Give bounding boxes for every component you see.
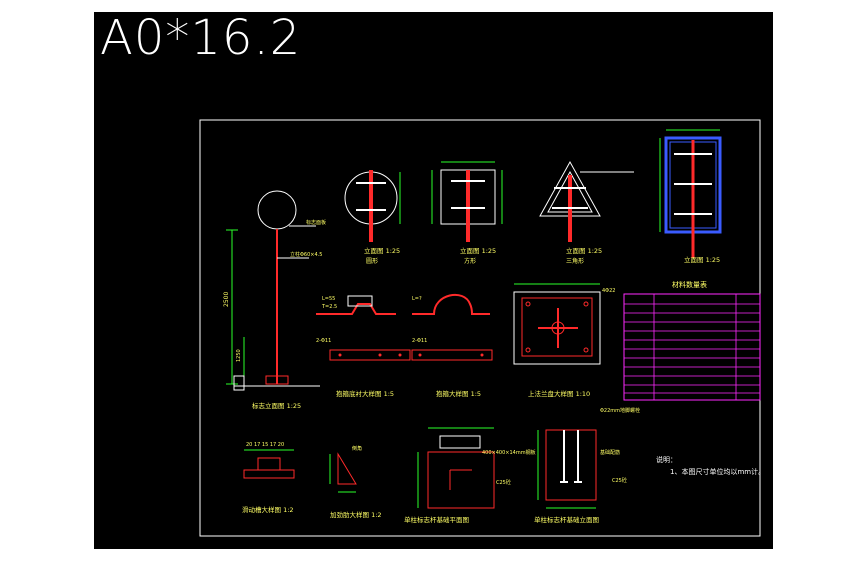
- hoop-detail: L=? 2-Φ11 抱箍大样图 1:5: [411, 294, 493, 398]
- material-table: 材料数量表: [623, 280, 761, 401]
- svg-text:1250: 1250: [236, 349, 242, 362]
- slide-base: [243, 469, 295, 479]
- circle-sign-label: 立面图 1:25: [364, 246, 400, 255]
- bracket-detail: L=55 T=2.5 2-Φ11 抱箍底衬大样图 1:5: [316, 295, 411, 398]
- drawing-canvas: A0*16.2 2500 1250 立柱Φ60×4.5 标志面板 标志立面图 1…: [94, 10, 773, 549]
- table-outline: [623, 293, 761, 401]
- notes-line1: 1、本图尺寸单位均以mm计。: [670, 467, 765, 476]
- svg-text:立柱Φ60×4.5: 立柱Φ60×4.5: [290, 251, 322, 258]
- svg-text:基础配筋: 基础配筋: [600, 449, 620, 456]
- tri-sign-label: 立面图 1:25: [566, 246, 602, 255]
- svg-text:2-Φ11: 2-Φ11: [316, 338, 331, 344]
- slide-detail: 20 17 15 17 20 滑动槽大样图 1:2: [242, 442, 295, 514]
- foundation-plan: C25砼 400×400×14mm钢板 单柱标志杆基础平面图: [404, 427, 536, 524]
- rib-label: 加劲肋大样图 1:2: [330, 510, 382, 519]
- rib-shape: [337, 452, 357, 485]
- notes-title: 说明：: [656, 455, 677, 464]
- found-plan-label: 单柱标志杆基础平面图: [404, 515, 469, 524]
- svg-text:L=?: L=?: [412, 296, 422, 302]
- found-elev-label: 单柱标志杆基础立面图: [534, 515, 599, 524]
- svg-text:L=55: L=55: [322, 296, 335, 302]
- tri-sign: 立面图 1:25 三角形: [539, 160, 634, 265]
- rib-detail: 倒角 加劲肋大样图 1:2: [329, 445, 382, 519]
- circle-sign-sub: 圆形: [366, 257, 378, 265]
- blue-sign-label: 立面图 1:25: [684, 255, 720, 264]
- rect-sign: 立面图 1:25 方形: [431, 161, 503, 265]
- svg-text:Φ22mm地脚螺栓: Φ22mm地脚螺栓: [600, 407, 640, 414]
- svg-text:倒角: 倒角: [352, 445, 362, 452]
- svg-text:20 17 15 17 20: 20 17 15 17 20: [246, 442, 284, 448]
- blue-sign: 立面图 1:25: [659, 129, 722, 264]
- foundation-elevation: Φ22mm地脚螺栓 基础配筋 C25砼 单柱标志杆基础立面图: [534, 407, 640, 524]
- circle-sign: 立面图 1:25 圆形: [344, 170, 401, 265]
- rect-sign-label: 立面图 1:25: [460, 246, 496, 255]
- rect-sign-sub: 方形: [464, 257, 476, 265]
- tri-sign-sub: 三角形: [566, 257, 584, 265]
- bracket-strip: [329, 349, 411, 361]
- hoop-strip: [411, 349, 493, 361]
- cad-drawing: 2500 1250 立柱Φ60×4.5 标志面板 标志立面图 1:25 立面图 …: [199, 119, 765, 537]
- notes: 说明： 1、本图尺寸单位均以mm计。: [656, 455, 765, 476]
- svg-text:400×400×14mm钢板: 400×400×14mm钢板: [482, 449, 536, 456]
- svg-text:2500: 2500: [223, 292, 230, 307]
- column-label: 标志立面图 1:25: [252, 401, 301, 410]
- hoop-label: 抱箍大样图 1:5: [436, 389, 481, 398]
- column-elevation: 2500 1250 立柱Φ60×4.5 标志面板 标志立面图 1:25: [223, 190, 326, 410]
- table-title: 材料数量表: [672, 280, 707, 289]
- found-plan-outline: [427, 451, 495, 509]
- svg-text:2-Φ11: 2-Φ11: [412, 338, 427, 344]
- flange-detail: 4Φ22 上法兰盘大样图 1:10: [513, 283, 615, 398]
- column-sign-circle: [257, 190, 297, 230]
- svg-text:T=2.5: T=2.5: [321, 304, 337, 310]
- svg-text:标志面板: 标志面板: [306, 219, 326, 226]
- slide-label: 滑动槽大样图 1:2: [242, 505, 294, 514]
- svg-text:C25砼: C25砼: [496, 479, 511, 486]
- svg-text:C25砼: C25砼: [612, 477, 627, 484]
- flange-label: 上法兰盘大样图 1:10: [528, 389, 590, 398]
- found-elev-outline: [545, 429, 597, 501]
- bracket-label: 抱箍底衬大样图 1:5: [336, 389, 394, 398]
- svg-text:4Φ22: 4Φ22: [602, 288, 615, 294]
